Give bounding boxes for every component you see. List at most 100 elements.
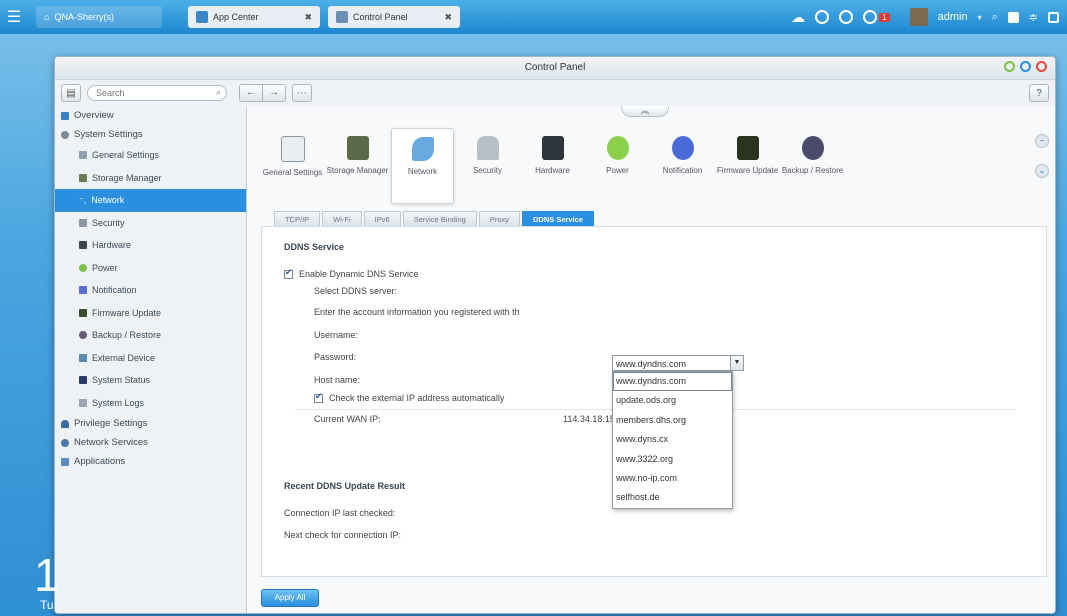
icon-hardware[interactable]: Hardware [521, 128, 584, 204]
sidebar-item-network[interactable]: ⁻, Network [55, 189, 246, 212]
sidebar-item-security[interactable]: Security [55, 212, 246, 235]
check-ip-label: Check the external IP address automatica… [329, 393, 505, 403]
main-menu-icon[interactable]: ☰ [0, 0, 28, 34]
resource-monitor-icon[interactable]: ≑ [1029, 11, 1038, 24]
sidebar-item-power[interactable]: Power [55, 257, 246, 280]
password-label: Password: [314, 352, 357, 362]
enable-ddns-label: Enable Dynamic DNS Service [299, 269, 419, 279]
dropdown-option[interactable]: www.dyns.cx [613, 430, 732, 449]
dropdown-option[interactable]: www.dyndns.com [613, 372, 732, 392]
sidebar-item-system-settings[interactable]: System Settings [55, 125, 246, 144]
sidebar-item-external-device[interactable]: External Device [55, 347, 246, 370]
sidebar-item-network-services[interactable]: Network Services [55, 433, 246, 452]
sidebar-item-label: External Device [92, 352, 156, 363]
forward-icon[interactable]: → [263, 85, 285, 101]
app-center-icon [196, 11, 208, 23]
icon-security[interactable]: Security [456, 128, 519, 204]
sidebar-item-label: System Status [92, 375, 151, 385]
sidebar-item-storage-manager[interactable]: Storage Manager [55, 167, 246, 190]
icon-label: Backup / Restore [781, 166, 844, 175]
hardware-icon [541, 136, 564, 160]
dashboard-icon[interactable] [1048, 11, 1059, 23]
sidebar-item-label: Applications [74, 456, 126, 467]
enable-ddns-row: Enable Dynamic DNS Service [284, 267, 419, 280]
chevron-down-icon[interactable]: ⌄ [1035, 164, 1049, 178]
icon-notification[interactable]: Notification [651, 128, 714, 204]
avatar[interactable] [909, 8, 928, 26]
icon-firmware-update[interactable]: Firmware Update [716, 128, 779, 204]
sidebar-item-firmware-update[interactable]: Firmware Update [55, 302, 246, 325]
sidebar-item-overview[interactable]: Overview [55, 106, 246, 125]
background-task-icon[interactable] [815, 10, 830, 24]
last-checked-label: Connection IP last checked: [284, 508, 396, 518]
search-icon[interactable]: ⌕ [992, 11, 998, 24]
hardware-icon [79, 241, 87, 250]
tab-ddns-service[interactable]: DDNS Service [521, 211, 595, 227]
icon-backup-restore[interactable]: Backup / Restore [781, 128, 844, 204]
sidebar-item-system-status[interactable]: System Status [55, 369, 246, 392]
network-tabs: TCP/IP Wi-Fi IPv6 Service Binding Proxy … [274, 211, 596, 227]
collapse-icons-button[interactable]: ︽ [621, 106, 669, 117]
enable-ddns-checkbox[interactable] [284, 267, 293, 280]
dropdown-option[interactable]: update.ods.org [613, 391, 732, 410]
recent-result-title: Recent DDNS Update Result [284, 481, 406, 491]
ddns-server-select[interactable]: www.dyndns.com ▼ [612, 355, 744, 371]
tab-proxy[interactable]: Proxy [478, 211, 520, 227]
dropdown-option[interactable]: www.no-ip.com [613, 469, 732, 488]
dropdown-option[interactable]: www.3322.org [613, 450, 732, 469]
search-input[interactable] [87, 85, 227, 101]
control-panel-icon [336, 11, 348, 23]
close-window-icon[interactable] [1036, 61, 1047, 72]
system-status-icon [79, 376, 87, 385]
sidebar-item-label: Power [92, 262, 118, 273]
external-device-icon [79, 353, 87, 362]
icon-general-settings[interactable]: General Settings [261, 128, 324, 204]
help-icon[interactable]: ? [1029, 84, 1049, 102]
power-icon [79, 263, 87, 272]
check-ip-checkbox[interactable] [314, 391, 323, 404]
sidebar-item-system-logs[interactable]: System Logs [55, 392, 246, 415]
icon-label: Hardware [535, 166, 570, 175]
options-icon[interactable] [1007, 11, 1019, 23]
window-title: Control Panel [524, 62, 586, 73]
ddns-server-value: www.dyndns.com [616, 359, 687, 369]
dropdown-option[interactable]: selfhost.de [613, 488, 732, 507]
sidebar-item-label: System Settings [74, 129, 143, 140]
sidebar-item-applications[interactable]: Applications [55, 452, 246, 471]
check-ip-row: Check the external IP address automatica… [314, 391, 505, 404]
minimize-icon[interactable] [1004, 61, 1015, 72]
tab-wifi[interactable]: Wi-Fi [322, 211, 362, 227]
back-icon[interactable]: ← [240, 85, 263, 101]
sidebar-item-privilege-settings[interactable]: Privilege Settings [55, 414, 246, 433]
cloud-icon[interactable]: ☁ [791, 9, 805, 26]
icon-label: Security [473, 166, 502, 175]
system-settings-icon [61, 130, 69, 139]
sidebar-item-backup-restore[interactable]: Backup / Restore [55, 324, 246, 347]
external-device-icon[interactable] [839, 10, 854, 24]
grid-view-icon[interactable]: ⋯ [292, 84, 312, 102]
maximize-icon[interactable] [1020, 61, 1031, 72]
apply-all-button[interactable]: Apply All [261, 589, 319, 607]
dropdown-option[interactable]: members.dhs.org [613, 411, 732, 430]
app-center-tab[interactable]: App Center ✖ [188, 6, 320, 28]
close-icon[interactable]: ✖ [444, 12, 452, 23]
tab-service-binding[interactable]: Service Binding [402, 211, 477, 227]
control-panel-tab[interactable]: Control Panel ✖ [328, 6, 460, 28]
close-icon[interactable]: ✖ [304, 12, 312, 23]
home-tab-label: QNA-Sherry(s) [54, 12, 114, 22]
sidebar-item-hardware[interactable]: Hardware [55, 234, 246, 257]
sidebar-toggle-icon[interactable]: ▤ [61, 84, 81, 102]
tab-ipv6[interactable]: IPv6 [363, 211, 401, 227]
icon-storage-manager[interactable]: Storage Manager [326, 128, 389, 204]
tab-tcp-ip[interactable]: TCP/IP [274, 211, 321, 227]
chevron-down-icon[interactable]: ▼ [730, 356, 743, 370]
user-menu[interactable]: admin [938, 11, 968, 23]
sidebar-item-general-settings[interactable]: General Settings [55, 144, 246, 167]
event-notification-icon[interactable] [863, 10, 878, 24]
icon-power[interactable]: Power [586, 128, 649, 204]
sidebar-item-notification[interactable]: Notification [55, 279, 246, 302]
icon-network[interactable]: Network [391, 128, 454, 204]
scroll-up-icon[interactable]: − [1035, 134, 1049, 148]
next-check-label: Next check for connection IP: [284, 530, 402, 540]
home-tab[interactable]: ⌂ QNA-Sherry(s) [36, 6, 162, 28]
